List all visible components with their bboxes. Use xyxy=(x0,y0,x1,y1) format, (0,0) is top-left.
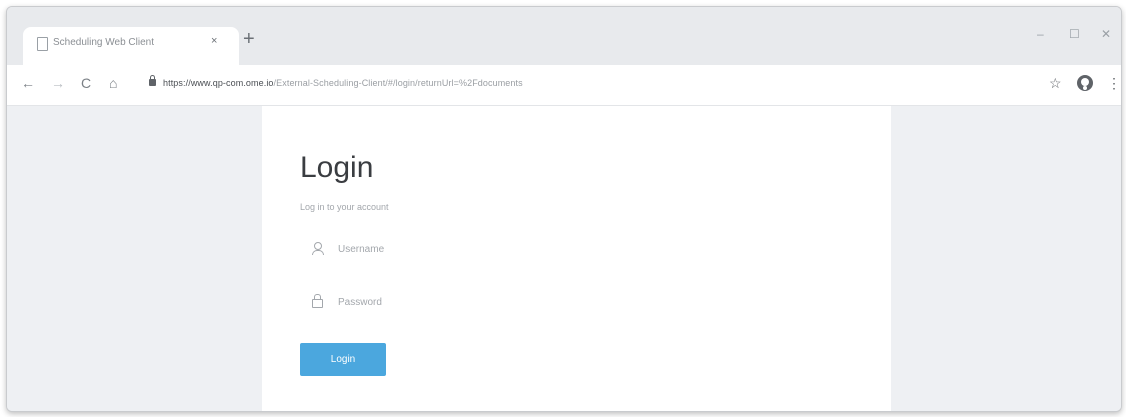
profile-icon[interactable] xyxy=(1077,75,1093,91)
tab-title: Scheduling Web Client xyxy=(53,37,154,48)
browser-toolbar: ← → C ⌂ https://www.qp-com.ome.io/Extern… xyxy=(7,65,1121,106)
maximize-icon[interactable]: ☐ xyxy=(1069,27,1080,41)
login-title: Login xyxy=(300,151,374,184)
bookmark-star-icon[interactable]: ☆ xyxy=(1049,75,1062,92)
minimize-icon[interactable]: – xyxy=(1037,27,1044,41)
tab-bar: Scheduling Web Client × + – ☐ ✕ xyxy=(7,7,1121,65)
lock-icon xyxy=(149,75,156,86)
home-icon[interactable]: ⌂ xyxy=(109,75,117,91)
page-content: Login Log in to your account Login xyxy=(7,106,1121,411)
document-icon xyxy=(37,37,48,51)
login-panel: Login Log in to your account Login xyxy=(262,106,891,411)
browser-tab[interactable]: Scheduling Web Client × xyxy=(23,27,239,65)
new-tab-icon[interactable]: + xyxy=(243,29,255,49)
password-lock-icon xyxy=(312,294,323,308)
login-button[interactable]: Login xyxy=(300,343,386,376)
password-input[interactable] xyxy=(338,292,598,312)
reload-icon[interactable]: C xyxy=(81,75,91,91)
menu-icon[interactable]: ⋮ xyxy=(1107,75,1121,92)
browser-window: Scheduling Web Client × + – ☐ ✕ ← → C ⌂ … xyxy=(6,6,1122,412)
url-host: https://www.qp-com.ome.io xyxy=(163,78,274,88)
close-window-icon[interactable]: ✕ xyxy=(1101,27,1111,41)
url-path: /External-Scheduling-Client/#/login/retu… xyxy=(273,78,523,88)
back-icon[interactable]: ← xyxy=(21,75,35,91)
user-icon xyxy=(312,242,324,256)
login-subtitle: Log in to your account xyxy=(300,202,389,212)
tab-close-icon[interactable]: × xyxy=(211,35,217,47)
username-input[interactable] xyxy=(338,239,598,259)
forward-icon[interactable]: → xyxy=(51,75,65,91)
address-bar[interactable]: https://www.qp-com.ome.io/External-Sched… xyxy=(163,78,523,88)
